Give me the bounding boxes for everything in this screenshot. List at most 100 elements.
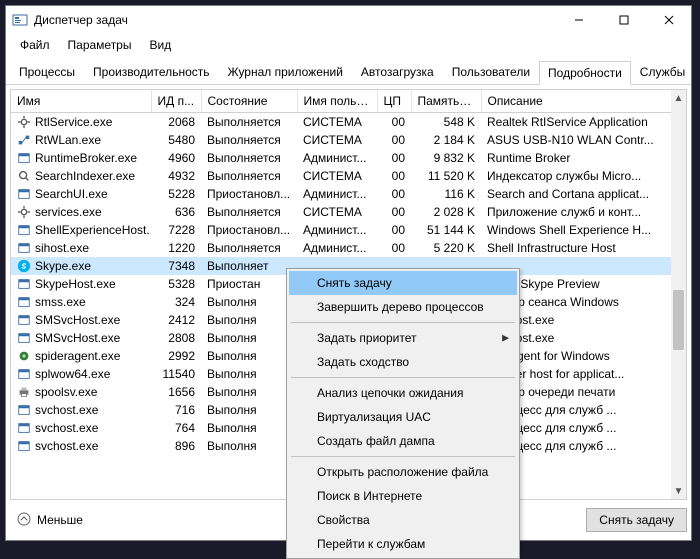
table-row[interactable]: RtWLan.exe5480ВыполняетсяСИСТЕМА002 184 … [11, 131, 686, 149]
cell: СИСТЕМА [297, 167, 377, 185]
window-icon [17, 295, 31, 309]
column-header-3[interactable]: Имя польз... [297, 90, 377, 113]
cell: Приостановл... [201, 185, 297, 203]
cell: 5480 [151, 131, 201, 149]
fewer-details-button[interactable]: Меньше [10, 507, 90, 534]
cell: Выполняется [201, 203, 297, 221]
fewer-details-label: Меньше [37, 513, 83, 527]
table-row[interactable]: ShellExperienceHost...7228Приостановл...… [11, 221, 686, 239]
tab-0[interactable]: Процессы [10, 60, 84, 84]
tab-3[interactable]: Автозагрузка [352, 60, 443, 84]
table-row[interactable]: SearchIndexer.exe4932ВыполняетсяСИСТЕМА0… [11, 167, 686, 185]
cell: Выполняется [201, 239, 297, 257]
context-menu: Снять задачуЗавершить дерево процессов За… [286, 268, 520, 559]
tab-6[interactable]: Службы [631, 60, 694, 84]
table-row[interactable]: RtlService.exe2068ВыполняетсяСИСТЕМА0054… [11, 113, 686, 132]
context-item[interactable]: Задать приоритет▶ [289, 326, 517, 350]
cell: SearchUI.exe [11, 185, 151, 203]
cell: 7348 [151, 257, 201, 275]
tab-1[interactable]: Производительность [84, 60, 218, 84]
tab-2[interactable]: Журнал приложений [219, 60, 352, 84]
window-icon [17, 439, 31, 453]
cell: Выполня [201, 419, 297, 437]
context-item[interactable]: Открыть расположение файла [289, 460, 517, 484]
tab-5[interactable]: Подробности [539, 61, 631, 85]
cell: 00 [377, 149, 411, 167]
cell: 2 184 K [411, 131, 481, 149]
cell: 2992 [151, 347, 201, 365]
vertical-scrollbar[interactable]: ▲ ▼ [671, 89, 687, 500]
close-button[interactable] [646, 6, 691, 34]
cell: 00 [377, 131, 411, 149]
menu-item-0[interactable]: Файл [12, 36, 58, 54]
window-icon [17, 241, 31, 255]
column-header-5[interactable]: Память (ч... [411, 90, 481, 113]
cell: 2808 [151, 329, 201, 347]
end-task-button[interactable]: Снять задачу [586, 508, 687, 532]
menu-item-2[interactable]: Вид [141, 36, 179, 54]
process-name: SearchUI.exe [35, 187, 108, 201]
menu-item-1[interactable]: Параметры [60, 36, 140, 54]
cell: Индексатор службы Micro... [481, 167, 686, 185]
column-header-6[interactable]: Описание [481, 90, 686, 113]
cell: Выполня [201, 383, 297, 401]
context-item[interactable]: Виртуализация UAC [289, 405, 517, 429]
titlebar[interactable]: Диспетчер задач [6, 6, 691, 34]
window-icon [17, 421, 31, 435]
cell: Выполня [201, 311, 297, 329]
context-item[interactable]: Создать файл дампа [289, 429, 517, 453]
cell: 00 [377, 113, 411, 132]
gear-icon [17, 205, 31, 219]
cell: Выполня [201, 401, 297, 419]
context-item[interactable]: Свойства [289, 508, 517, 532]
context-item[interactable]: Снять задачу [289, 271, 517, 295]
process-name: RtWLan.exe [35, 133, 101, 147]
scroll-thumb[interactable] [673, 290, 684, 350]
cell: svchost.exe [11, 437, 151, 455]
context-item[interactable]: Задать сходство [289, 350, 517, 374]
menubar: ФайлПараметрыВид [6, 34, 691, 56]
table-header-row[interactable]: ИмяИД п...СостояниеИмя польз...ЦППамять … [11, 90, 686, 113]
context-item[interactable]: Поиск в Интернете [289, 484, 517, 508]
column-header-2[interactable]: Состояние [201, 90, 297, 113]
cell: 1220 [151, 239, 201, 257]
context-item[interactable]: Перейти к службам [289, 532, 517, 556]
cell: 116 K [411, 185, 481, 203]
process-name: svchost.exe [35, 439, 98, 453]
table-row[interactable]: services.exe636ВыполняетсяСИСТЕМА002 028… [11, 203, 686, 221]
cell: 9 832 K [411, 149, 481, 167]
process-name: splwow64.exe [35, 367, 110, 381]
cell: SearchIndexer.exe [11, 167, 151, 185]
table-row[interactable]: SearchUI.exe5228Приостановл...Админист..… [11, 185, 686, 203]
cell: 5328 [151, 275, 201, 293]
cell: 00 [377, 221, 411, 239]
column-header-1[interactable]: ИД п... [151, 90, 201, 113]
table-row[interactable]: sihost.exe1220ВыполняетсяАдминист...005 … [11, 239, 686, 257]
column-header-0[interactable]: Имя [11, 90, 151, 113]
window-icon [17, 277, 31, 291]
context-item[interactable]: Анализ цепочки ожидания [289, 381, 517, 405]
scroll-down-icon[interactable]: ▼ [671, 483, 686, 499]
window-icon [17, 151, 31, 165]
window-title: Диспетчер задач [34, 13, 556, 27]
maximize-button[interactable] [601, 6, 646, 34]
cell: spideragent.exe [11, 347, 151, 365]
cell: SkypeHost.exe [11, 275, 151, 293]
context-item[interactable]: Завершить дерево процессов [289, 295, 517, 319]
cell: Выполня [201, 293, 297, 311]
process-name: spoolsv.exe [35, 385, 97, 399]
scroll-up-icon[interactable]: ▲ [671, 90, 686, 106]
cell: RtlService.exe [11, 113, 151, 131]
context-separator [291, 377, 515, 378]
cell: 4960 [151, 149, 201, 167]
table-row[interactable]: RuntimeBroker.exe4960ВыполняетсяАдминист… [11, 149, 686, 167]
cell: Приложение служб и конт... [481, 203, 686, 221]
cell: SMSvcHost.exe [11, 311, 151, 329]
process-name: ShellExperienceHost... [35, 223, 151, 237]
cell: Приостан [201, 275, 297, 293]
column-header-4[interactable]: ЦП [377, 90, 411, 113]
cell: Выполня [201, 347, 297, 365]
cell: 2 028 K [411, 203, 481, 221]
tab-4[interactable]: Пользователи [443, 60, 539, 84]
minimize-button[interactable] [556, 6, 601, 34]
